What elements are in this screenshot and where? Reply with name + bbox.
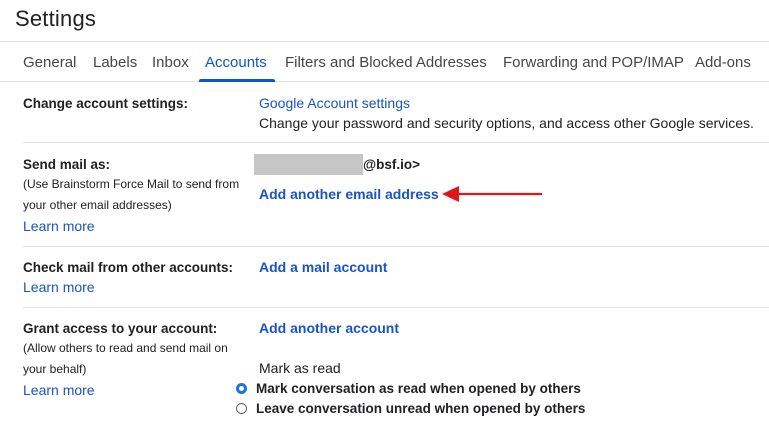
radio-checked-icon[interactable] — [236, 382, 247, 394]
red-annotation-arrow-icon — [442, 186, 542, 202]
send-mail-as-hint-line2: your other email addresses) — [23, 198, 172, 212]
check-mail-learn-more-link[interactable]: Learn more — [23, 279, 95, 295]
send-mail-as-section: Send mail as: (Use Brainstorm Force Mail… — [23, 153, 769, 243]
grant-access-label: Grant access to your account: — [23, 321, 218, 336]
tab-accounts[interactable]: Accounts — [205, 54, 267, 71]
check-mail-label: Check mail from other accounts: — [23, 260, 234, 275]
send-mail-as-label: Send mail as: — [23, 157, 111, 172]
leave-unread-option[interactable]: Leave conversation unread when opened by… — [236, 398, 585, 418]
tab-general[interactable]: General — [23, 54, 76, 71]
section-divider — [23, 246, 769, 247]
add-a-mail-account-link[interactable]: Add a mail account — [259, 259, 387, 275]
tab-filters-and-blocked-addresses[interactable]: Filters and Blocked Addresses — [285, 54, 487, 71]
mark-read-option-label: Mark conversation as read when opened by… — [256, 380, 581, 396]
send-mail-as-hint-line1: (Use Brainstorm Force Mail to send from — [23, 177, 240, 191]
add-another-account-link[interactable]: Add another account — [259, 320, 399, 336]
tab-add-ons[interactable]: Add-ons — [695, 54, 751, 71]
redacted-name-block — [254, 154, 363, 175]
section-divider — [23, 142, 769, 143]
check-mail-section: Check mail from other accounts: Learn mo… — [23, 256, 769, 306]
add-another-email-address-link[interactable]: Add another email address — [259, 186, 439, 202]
section-divider — [23, 307, 769, 308]
tab-inbox[interactable]: Inbox — [152, 54, 189, 71]
tab-forwarding-and-pop-imap[interactable]: Forwarding and POP/IMAP — [503, 54, 684, 71]
active-tab-indicator — [199, 79, 275, 82]
change-account-settings-label: Change account settings: — [23, 96, 189, 111]
sender-email-address: @bsf.io> — [363, 157, 421, 172]
radio-unchecked-icon[interactable] — [236, 402, 247, 414]
tab-labels[interactable]: Labels — [93, 54, 137, 71]
leave-unread-option-label: Leave conversation unread when opened by… — [256, 400, 586, 416]
grant-access-learn-more-link[interactable]: Learn more — [23, 382, 95, 398]
change-account-settings-section: Change account settings: Google Account … — [23, 94, 769, 144]
change-account-description: Change your password and security option… — [259, 115, 754, 131]
mark-read-option[interactable]: Mark conversation as read when opened by… — [236, 378, 581, 398]
grant-access-hint-line2: your behalf) — [23, 362, 87, 376]
mark-as-read-heading: Mark as read — [259, 360, 341, 376]
page-title: Settings — [15, 6, 97, 31]
grant-access-hint-line1: (Allow others to read and send mail on — [23, 341, 228, 355]
google-account-settings-link[interactable]: Google Account settings — [259, 95, 410, 111]
settings-tab-bar: General Labels Inbox Accounts Filters an… — [0, 41, 769, 82]
send-mail-as-learn-more-link[interactable]: Learn more — [23, 218, 95, 234]
